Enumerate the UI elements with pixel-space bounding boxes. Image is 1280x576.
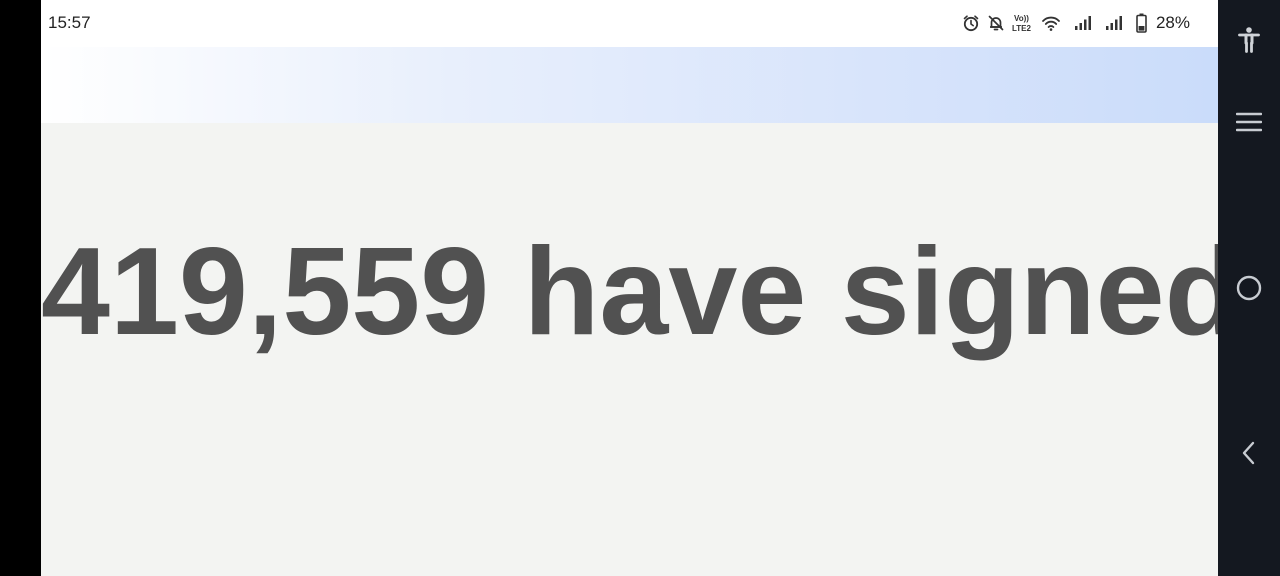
back-icon [1242,441,1255,465]
signal-icon [1105,15,1123,31]
back-button[interactable] [1218,431,1280,475]
status-icons: Vo)) LTE2 28% [962,12,1190,34]
signature-count-headline: 419,559 have signed. [41,223,1218,361]
battery-percent: 28% [1155,13,1190,32]
header-banner [41,47,1218,123]
signal-icon [1074,15,1092,31]
home-icon [1236,275,1262,301]
volte-icon: Vo)) LTE2 [1012,13,1034,33]
navigation-bar [1218,0,1280,576]
mute-icon [987,14,1005,32]
left-black-bar [0,0,41,576]
status-time: 15:57 [48,13,91,32]
accessibility-button[interactable] [1218,18,1280,62]
volte-top-text: Vo)) [1014,14,1029,23]
menu-icon [1236,112,1262,132]
wifi-icon [1041,14,1061,32]
app-content: 15:57 Vo)) LTE2 28% 419,559 have signed. [41,0,1218,576]
alarm-icon [962,14,980,32]
status-bar: 15:57 Vo)) LTE2 28% [41,0,1218,47]
menu-button[interactable] [1218,100,1280,144]
battery-icon [1136,13,1147,33]
home-button[interactable] [1218,266,1280,310]
volte-bottom-text: LTE2 [1012,24,1032,33]
screen: 15:57 Vo)) LTE2 28% 419,559 have signed. [0,0,1280,576]
accessibility-icon [1238,27,1260,53]
